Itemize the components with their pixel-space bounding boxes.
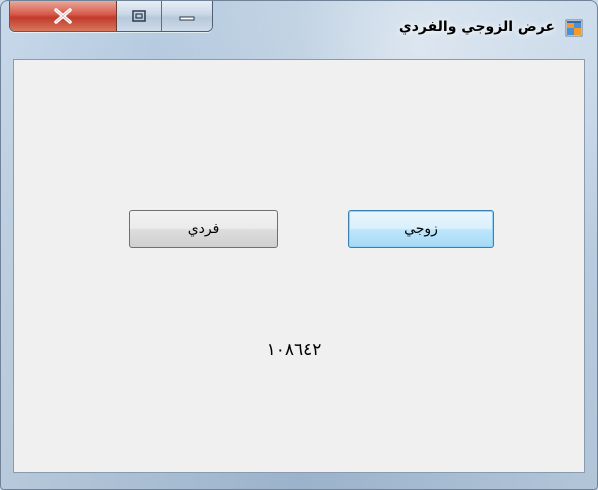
- window-title: عرض الزوجي والفردي: [398, 19, 555, 35]
- caption-buttons: [9, 1, 213, 32]
- odd-button[interactable]: فردي: [129, 210, 278, 248]
- maximize-icon: [132, 10, 146, 22]
- minimize-button[interactable]: [162, 1, 212, 31]
- result-label: ١٠٨٦٤٢: [266, 340, 322, 360]
- close-icon: [54, 8, 72, 24]
- title-bar[interactable]: عرض الزوجي والفردي: [1, 1, 597, 49]
- maximize-button[interactable]: [117, 1, 162, 31]
- close-button[interactable]: [10, 1, 117, 31]
- windows-forms-app-icon: [565, 19, 583, 37]
- form-client-area: فردي زوجي ١٠٨٦٤٢: [13, 59, 585, 473]
- app-window: عرض الزوجي والفردي فردي زوجي ١٠٨٦٤٢: [0, 0, 598, 490]
- minimize-icon: [179, 16, 195, 21]
- even-button[interactable]: زوجي: [348, 210, 494, 248]
